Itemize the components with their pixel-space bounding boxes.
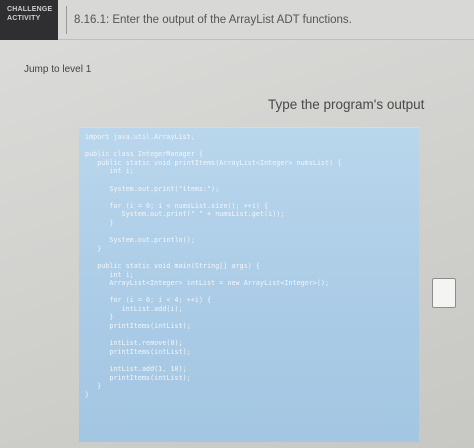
activity-title: 8.16.1: Enter the output of the ArrayLis…: [74, 14, 352, 26]
code-line: intList.add(1, 10);: [85, 365, 187, 374]
activity-header: CHALLENGE ACTIVITY 8.16.1: Enter the out…: [0, 0, 474, 40]
code-line: }: [85, 313, 114, 322]
code-line: intList.add(i);: [85, 304, 183, 313]
code-line: System.out.print("items:");: [85, 184, 220, 193]
jump-to-level-link[interactable]: Jump to level 1: [24, 64, 91, 75]
challenge-activity-badge: CHALLENGE ACTIVITY: [0, 0, 58, 40]
badge-line-2: ACTIVITY: [7, 15, 41, 22]
code-block: import java.util.ArrayList; public class …: [85, 133, 341, 399]
code-panel: import java.util.ArrayList; public class …: [79, 127, 419, 442]
code-line: }: [85, 390, 90, 399]
code-line: System.out.print(" " + numsList.get(i));: [85, 210, 285, 219]
code-line: printItems(intList);: [85, 347, 191, 356]
code-line: public static void main(String[] args) {: [85, 261, 260, 270]
code-line: int i;: [85, 270, 134, 279]
code-line: for (i = 0; i < numsList.size(); ++i) {: [85, 201, 269, 210]
code-line: public class IntegerManager {: [85, 150, 204, 159]
output-answer-box[interactable]: [432, 278, 456, 308]
code-line: System.out.println();: [85, 236, 195, 245]
code-line: printItems(intList);: [85, 322, 191, 331]
code-line: intList.remove(0);: [85, 339, 183, 348]
code-line: }: [85, 244, 102, 253]
code-line: }: [85, 218, 114, 227]
header-divider: [66, 6, 67, 34]
code-line: int i;: [85, 167, 134, 176]
code-line: }: [85, 382, 102, 391]
code-line: printItems(intList);: [85, 373, 191, 382]
badge-line-1: CHALLENGE: [7, 6, 53, 13]
instructions-text: Type the program's output: [268, 97, 425, 112]
code-line: ArrayList<Integer> intList = new ArrayLi…: [85, 279, 330, 288]
code-line: import java.util.ArrayList;: [85, 133, 195, 141]
code-line: public static void printItems(ArrayList<…: [85, 158, 342, 167]
code-line: for (i = 0; i < 4; ++i) {: [85, 296, 212, 305]
